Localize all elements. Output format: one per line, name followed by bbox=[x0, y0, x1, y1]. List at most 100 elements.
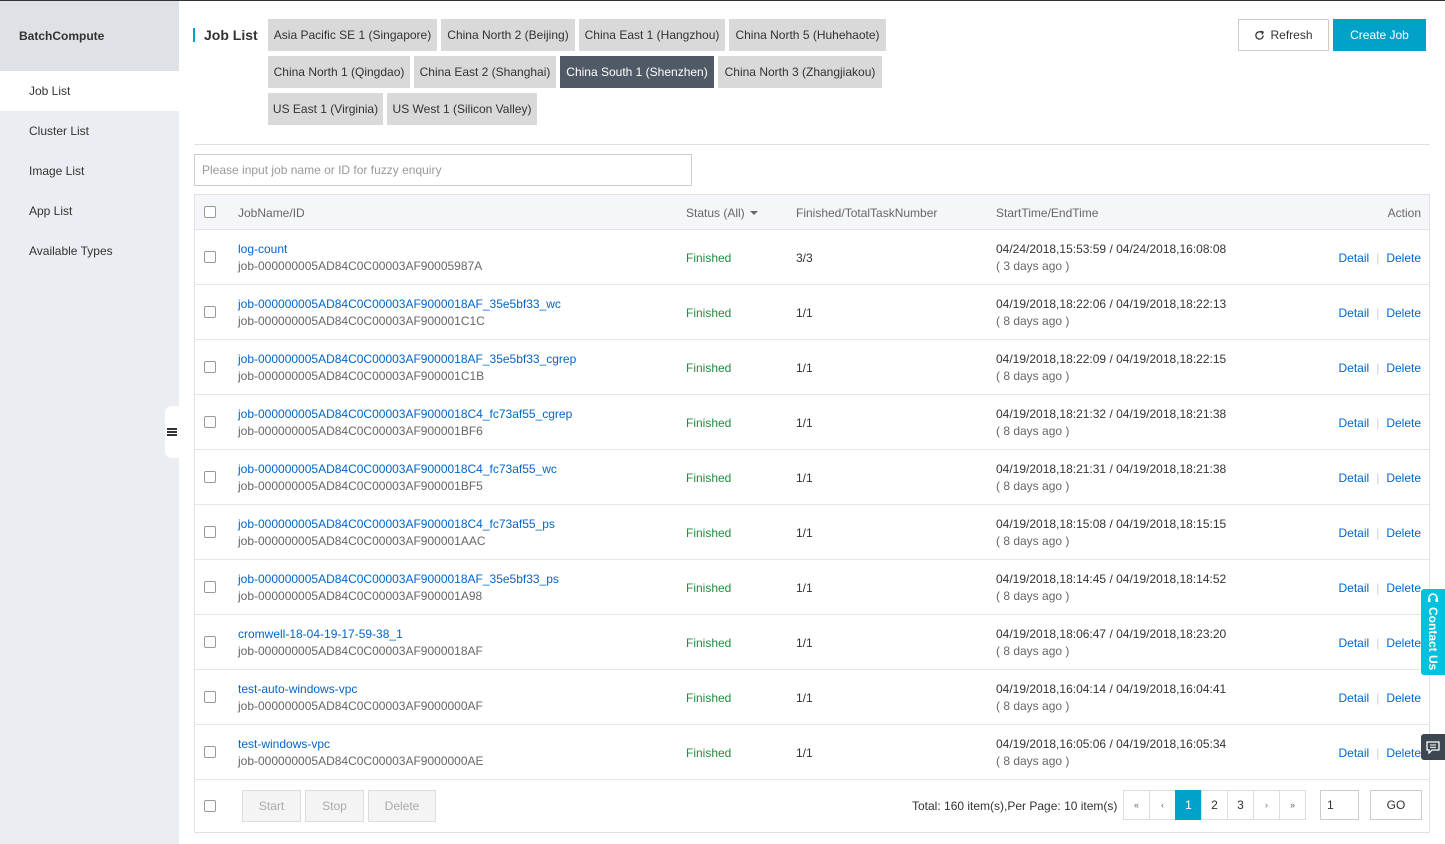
job-time-cell: 04/19/2018,18:22:06 / 04/19/2018,18:22:1… bbox=[996, 285, 1226, 340]
row-checkbox[interactable] bbox=[204, 416, 216, 428]
first-page-button[interactable]: « bbox=[1123, 790, 1150, 820]
region-tab-zhangjiakou[interactable]: China North 3 (Zhangjiakou) bbox=[718, 56, 882, 88]
delete-link[interactable]: Delete bbox=[1386, 306, 1421, 320]
page-button-3[interactable]: 3 bbox=[1227, 790, 1254, 820]
detail-link[interactable]: Detail bbox=[1339, 746, 1370, 760]
job-name-cell: job-000000005AD84C0C00003AF9000018AF_35e… bbox=[238, 560, 559, 615]
column-header-status[interactable]: Status (All) bbox=[686, 195, 758, 230]
delete-link[interactable]: Delete bbox=[1386, 746, 1421, 760]
region-tab-shenzhen[interactable]: China South 1 (Shenzhen) bbox=[560, 56, 714, 88]
stop-button[interactable]: Stop bbox=[305, 790, 364, 822]
row-checkbox[interactable] bbox=[204, 361, 216, 373]
job-name-link[interactable]: job-000000005AD84C0C00003AF9000018AF_35e… bbox=[238, 296, 561, 313]
footer-select-all-checkbox[interactable] bbox=[204, 800, 216, 812]
sidebar-item-job-list[interactable]: Job List bbox=[0, 71, 179, 111]
page-button-2[interactable]: 2 bbox=[1201, 790, 1228, 820]
row-actions: Detail | Delete bbox=[1339, 560, 1422, 615]
column-header-tasks: Finished/TotalTaskNumber bbox=[796, 205, 938, 220]
job-time-range: 04/19/2018,18:21:31 / 04/19/2018,18:21:3… bbox=[996, 461, 1227, 476]
job-name-link[interactable]: job-000000005AD84C0C00003AF9000018AF_35e… bbox=[238, 351, 576, 368]
detail-link[interactable]: Detail bbox=[1339, 416, 1370, 430]
bulk-delete-button[interactable]: Delete bbox=[368, 790, 436, 822]
job-name-link[interactable]: log-count bbox=[238, 241, 482, 258]
task-count: 1/1 bbox=[796, 635, 813, 650]
row-checkbox[interactable] bbox=[204, 581, 216, 593]
sidebar-item-available-types[interactable]: Available Types bbox=[0, 231, 179, 271]
region-tab-qingdao[interactable]: China North 1 (Qingdao) bbox=[268, 56, 410, 88]
prev-page-button[interactable]: ‹ bbox=[1149, 790, 1176, 820]
detail-link[interactable]: Detail bbox=[1339, 581, 1370, 595]
job-time-range: 04/19/2018,18:22:06 / 04/19/2018,18:22:1… bbox=[996, 296, 1227, 311]
job-name-link[interactable]: job-000000005AD84C0C00003AF9000018C4_fc7… bbox=[238, 461, 557, 478]
job-id: job-000000005AD84C0C00003AF900001AAC bbox=[238, 533, 486, 548]
region-tab-virginia[interactable]: US East 1 (Virginia) bbox=[268, 93, 383, 125]
row-checkbox[interactable] bbox=[204, 746, 216, 758]
job-name-link[interactable]: test-auto-windows-vpc bbox=[238, 681, 483, 698]
row-checkbox[interactable] bbox=[204, 636, 216, 648]
sidebar-item-app-list[interactable]: App List bbox=[0, 191, 179, 231]
detail-link[interactable]: Detail bbox=[1339, 636, 1370, 650]
sidebar-collapse-icon[interactable] bbox=[165, 406, 179, 458]
delete-link[interactable]: Delete bbox=[1386, 581, 1421, 595]
row-checkbox[interactable] bbox=[204, 691, 216, 703]
job-name-link[interactable]: job-000000005AD84C0C00003AF9000018C4_fc7… bbox=[238, 406, 572, 423]
detail-link[interactable]: Detail bbox=[1339, 361, 1370, 375]
start-button[interactable]: Start bbox=[242, 790, 301, 822]
region-tab-hangzhou[interactable]: China East 1 (Hangzhou) bbox=[579, 19, 725, 51]
contact-us-button[interactable]: Contact Us bbox=[1421, 589, 1445, 675]
delete-link[interactable]: Delete bbox=[1386, 416, 1421, 430]
job-id: job-000000005AD84C0C00003AF900001C1C bbox=[238, 313, 485, 328]
job-name-link[interactable]: cromwell-18-04-19-17-59-38_1 bbox=[238, 626, 483, 643]
detail-link[interactable]: Detail bbox=[1339, 251, 1370, 265]
job-time-ago: ( 8 days ago ) bbox=[996, 423, 1070, 438]
job-id: job-000000005AD84C0C00003AF9000000AF bbox=[238, 698, 483, 713]
create-job-button[interactable]: Create Job bbox=[1333, 19, 1426, 51]
job-name-link[interactable]: test-windows-vpc bbox=[238, 736, 484, 753]
goto-page-input[interactable] bbox=[1320, 790, 1359, 820]
delete-link[interactable]: Delete bbox=[1386, 691, 1421, 705]
delete-link[interactable]: Delete bbox=[1386, 361, 1421, 375]
job-search-input[interactable] bbox=[194, 154, 692, 186]
last-page-button[interactable]: » bbox=[1279, 790, 1306, 820]
row-checkbox[interactable] bbox=[204, 526, 216, 538]
row-checkbox[interactable] bbox=[204, 251, 216, 263]
refresh-button[interactable]: Refresh bbox=[1238, 19, 1329, 51]
region-tab-silicon-valley[interactable]: US West 1 (Silicon Valley) bbox=[387, 93, 537, 125]
action-separator: | bbox=[1376, 360, 1380, 375]
job-name-link[interactable]: job-000000005AD84C0C00003AF9000018C4_fc7… bbox=[238, 516, 555, 533]
region-tab-beijing[interactable]: China North 2 (Beijing) bbox=[441, 19, 575, 51]
job-time-ago: ( 8 days ago ) bbox=[996, 698, 1070, 713]
detail-link[interactable]: Detail bbox=[1339, 471, 1370, 485]
sidebar-item-cluster-list[interactable]: Cluster List bbox=[0, 111, 179, 151]
job-name-link[interactable]: job-000000005AD84C0C00003AF9000018AF_35e… bbox=[238, 571, 559, 588]
detail-link[interactable]: Detail bbox=[1339, 691, 1370, 705]
task-count: 1/1 bbox=[796, 415, 813, 430]
region-tab-huhehaote[interactable]: China North 5 (Huhehaote) bbox=[729, 19, 886, 51]
delete-link[interactable]: Delete bbox=[1386, 636, 1421, 650]
row-actions: Detail | Delete bbox=[1339, 450, 1422, 505]
region-tab-singapore[interactable]: Asia Pacific SE 1 (Singapore) bbox=[268, 19, 437, 51]
caret-down-icon bbox=[749, 210, 758, 215]
row-actions: Detail | Delete bbox=[1339, 395, 1422, 450]
sidebar-item-image-list[interactable]: Image List bbox=[0, 151, 179, 191]
action-separator: | bbox=[1376, 635, 1380, 650]
region-tab-shanghai[interactable]: China East 2 (Shanghai) bbox=[414, 56, 556, 88]
next-page-button[interactable]: › bbox=[1253, 790, 1280, 820]
select-all-checkbox[interactable] bbox=[204, 206, 216, 218]
delete-link[interactable]: Delete bbox=[1386, 526, 1421, 540]
row-checkbox[interactable] bbox=[204, 471, 216, 483]
headset-icon bbox=[1428, 593, 1438, 602]
delete-link[interactable]: Delete bbox=[1386, 471, 1421, 485]
detail-link[interactable]: Detail bbox=[1339, 526, 1370, 540]
job-id: job-000000005AD84C0C00003AF900001BF6 bbox=[238, 423, 483, 438]
row-checkbox[interactable] bbox=[204, 306, 216, 318]
detail-link[interactable]: Detail bbox=[1339, 306, 1370, 320]
job-name-cell: cromwell-18-04-19-17-59-38_1 job-00000000… bbox=[238, 615, 483, 670]
go-button[interactable]: GO bbox=[1370, 790, 1422, 820]
job-time-ago: ( 8 days ago ) bbox=[996, 478, 1070, 493]
delete-link[interactable]: Delete bbox=[1386, 251, 1421, 265]
page-button-1[interactable]: 1 bbox=[1175, 790, 1202, 820]
column-header-action: Action bbox=[1387, 205, 1421, 220]
table-row: test-windows-vpc job-000000005AD84C0C0000… bbox=[195, 725, 1429, 780]
chat-button[interactable] bbox=[1421, 734, 1445, 760]
